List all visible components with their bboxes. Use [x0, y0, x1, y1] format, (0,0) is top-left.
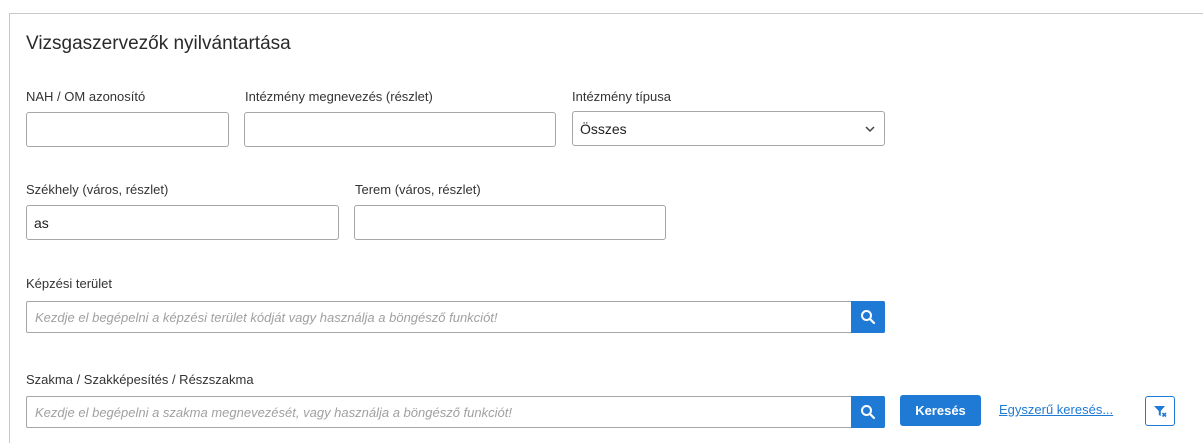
szekhely-label: Székhely (város, részlet): [26, 182, 169, 197]
terem-label: Terem (város, részlet): [355, 182, 481, 197]
filter-clear-button[interactable]: [1145, 396, 1175, 426]
kepzesi-terulet-input[interactable]: [27, 302, 851, 332]
kepzesi-terulet-label: Képzési terület: [26, 276, 112, 291]
intezmeny-tipus-select[interactable]: Összes: [572, 111, 885, 146]
szekhely-input[interactable]: [26, 205, 339, 240]
szakma-input[interactable]: [27, 397, 851, 427]
intezmeny-nev-input[interactable]: [244, 112, 556, 147]
intezmeny-tipus-label: Intézmény típusa: [572, 89, 671, 104]
nah-om-input[interactable]: [26, 112, 229, 147]
search-button[interactable]: Keresés: [900, 395, 981, 426]
chevron-down-icon: [865, 125, 875, 132]
szakma-search-button[interactable]: [851, 396, 885, 428]
intezmeny-tipus-value: Összes: [580, 120, 627, 137]
intezmeny-nev-label: Intézmény megnevezés (részlet): [245, 89, 433, 104]
filter-clear-icon: [1154, 406, 1167, 418]
simple-search-link[interactable]: Egyszerű keresés...: [999, 402, 1113, 417]
kepzesi-terulet-search-button[interactable]: [851, 301, 885, 333]
search-icon: [861, 310, 876, 325]
kepzesi-terulet-field: [26, 301, 885, 333]
search-icon: [861, 405, 876, 420]
terem-input[interactable]: [354, 205, 666, 240]
szakma-field: [26, 396, 885, 428]
nah-om-label: NAH / OM azonosító: [26, 89, 146, 104]
szakma-label: Szakma / Szakképesítés / Részszakma: [26, 372, 254, 387]
page-title: Vizsgaszervezők nyilvántartása: [26, 33, 291, 54]
